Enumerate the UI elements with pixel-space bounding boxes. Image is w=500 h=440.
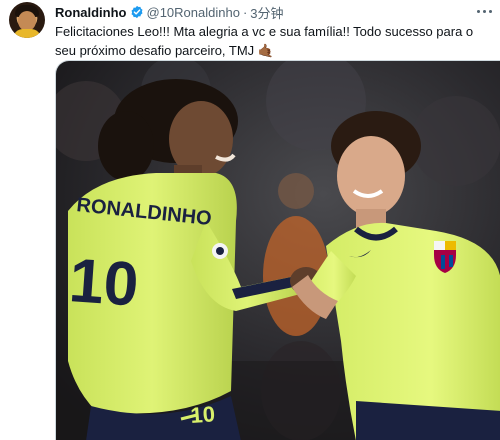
- avatar[interactable]: [9, 2, 45, 38]
- author-handle[interactable]: @10Ronaldinho: [147, 5, 240, 20]
- left-shorts-number: 10: [190, 401, 216, 428]
- verified-badge-icon: [131, 5, 142, 19]
- photo-scene: RONALDINHO 10 10: [56, 61, 500, 440]
- separator-dot: ·: [242, 4, 248, 20]
- timestamp[interactable]: 3分钟: [250, 3, 283, 22]
- author-name[interactable]: Ronaldinho: [55, 5, 127, 20]
- tweet-photo[interactable]: RONALDINHO 10 10: [55, 60, 500, 440]
- tweet-text: Felicitaciones Leo!!! Mta alegria a vc e…: [55, 24, 474, 58]
- tweet-header: Ronaldinho @10Ronaldinho · 3分钟: [55, 3, 284, 21]
- tweet[interactable]: Ronaldinho @10Ronaldinho · 3分钟 Felicitac…: [0, 0, 500, 440]
- left-shirt-number: 10: [67, 246, 141, 320]
- more-dots-icon[interactable]: [474, 3, 494, 19]
